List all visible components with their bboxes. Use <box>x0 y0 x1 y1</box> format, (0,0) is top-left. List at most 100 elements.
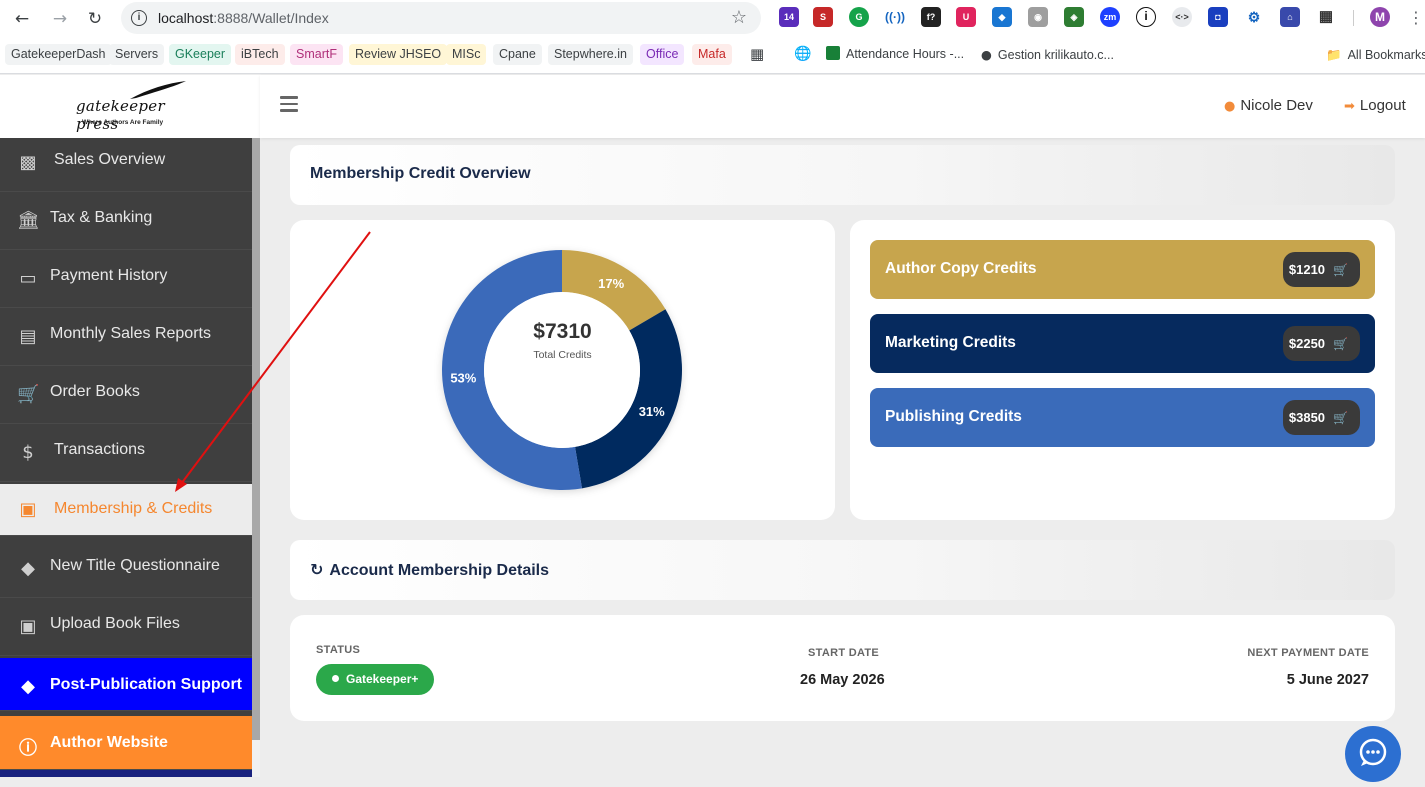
bookmark-item[interactable]: MISc <box>446 44 487 65</box>
credit-amount-pill[interactable]: $3850 🛒 <box>1282 400 1360 435</box>
bookmark-item[interactable]: Stepwhere.in <box>548 44 633 65</box>
bookmark-item[interactable]: GatekeeperDash <box>5 44 112 65</box>
extension-code-icon[interactable]: <·> <box>1172 7 1192 27</box>
sidebar-item-post-publication-support[interactable]: ◆ Post-Publication Support <box>0 658 252 711</box>
profile-avatar[interactable]: M <box>1370 7 1390 27</box>
gatekeeper-logo[interactable]: gatekeeper press Where Authors Are Famil… <box>74 79 186 133</box>
next-payment-value: 5 June 2027 <box>1286 672 1369 688</box>
more-menu-icon[interactable]: ⋮ <box>1408 8 1424 27</box>
overview-title: Membership Credit Overview <box>310 165 531 182</box>
donut-chart: 17% 31% 53% <box>442 250 682 490</box>
logout-label: Logout <box>1359 97 1406 114</box>
extension-font-icon[interactable]: f? <box>921 7 941 27</box>
bookmark-item[interactable]: ● Gestion krilikauto.c... <box>975 44 1120 65</box>
site-info-icon[interactable]: i <box>131 10 147 26</box>
sidebar-item-author-website[interactable]: ⓘ Author Website <box>0 716 252 770</box>
marketing-credits-row[interactable]: Marketing Credits $2250 🛒 <box>870 314 1375 373</box>
bookmark-item[interactable]: SmartF <box>290 44 343 65</box>
bookmark-item[interactable]: Office <box>640 44 685 65</box>
bookmark-item[interactable]: Review JHSEO <box>349 44 448 65</box>
publishing-credits-row[interactable]: Publishing Credits $3850 🛒 <box>870 388 1375 447</box>
membership-title-text: Account Membership Details <box>329 562 550 579</box>
sidebar-item-label: New Title Questionnaire <box>50 557 220 574</box>
sidebar-next-item <box>0 770 252 777</box>
address-bar[interactable]: i localhost:8888/Wallet/Index ☆ <box>121 2 761 34</box>
sidebar-scrollbar-thumb[interactable] <box>252 138 260 740</box>
membership-title: ↻ Account Membership Details <box>310 560 549 580</box>
sidebar-item-label: Author Website <box>50 734 168 751</box>
extension-chip-icon[interactable]: ◘ <box>1208 7 1228 27</box>
credit-amount-pill[interactable]: $2250 🛒 <box>1282 326 1360 361</box>
bookmark-item[interactable]: Cpane <box>493 44 542 65</box>
info-icon: ⓘ <box>19 738 37 759</box>
menu-toggle-icon[interactable] <box>280 96 298 112</box>
extension-seo-icon[interactable]: S <box>813 7 833 27</box>
sidebar-item-label: Post-Publication Support <box>50 676 242 693</box>
url-path: :8888/Wallet/Index <box>213 10 329 26</box>
all-bookmarks[interactable]: 📁 All Bookmarks <box>1320 44 1425 65</box>
user-menu[interactable]: ● Nicole Dev <box>1224 97 1313 114</box>
address-url[interactable]: localhost:8888/Wallet/Index <box>158 10 329 26</box>
chat-icon <box>1359 738 1387 766</box>
sidebar-item-order-books[interactable]: 🛒 Order Books <box>0 366 252 424</box>
extension-info-icon[interactable]: i <box>1136 7 1156 27</box>
sidebar-item-label: Sales Overview <box>54 151 166 168</box>
sidebar-item-label: Upload Book Files <box>50 615 180 632</box>
reload-icon[interactable]: ↻ <box>83 7 107 31</box>
sidebar-item-tax-banking[interactable]: 🏛 Tax & Banking <box>0 192 252 250</box>
bookmark-star-icon[interactable]: ☆ <box>731 7 747 28</box>
extension-zoom-icon[interactable]: zm <box>1100 7 1120 27</box>
membership-details-card: STATUS Gatekeeper+ START DATE 26 May 202… <box>290 615 1395 721</box>
bookmark-item[interactable]: Attendance Hours -... <box>820 44 970 65</box>
bookmark-label: All Bookmarks <box>1347 48 1425 62</box>
credit-amount-pill[interactable]: $1210 🛒 <box>1282 252 1360 287</box>
bookmark-item[interactable]: GKeeper <box>169 44 232 65</box>
profile-initial: M <box>1375 10 1385 24</box>
total-credits-amount: $7310 <box>533 320 592 343</box>
ticket-icon: ◆ <box>21 558 35 579</box>
sidebar-item-sales-overview[interactable]: ▩ Sales Overview <box>0 134 252 192</box>
extension-home2-icon[interactable]: ⌂ <box>1280 7 1300 27</box>
extensions-puzzle-icon[interactable]: ▦ <box>1316 7 1336 27</box>
extension-gear-icon[interactable]: ⚙ <box>1244 7 1264 27</box>
status-label: STATUS <box>316 644 361 656</box>
user-name: Nicole Dev <box>1240 97 1313 114</box>
bookmark-item[interactable]: Servers <box>109 44 165 65</box>
bookmark-label: Gestion krilikauto.c... <box>997 48 1114 62</box>
bookmark-label: Attendance Hours -... <box>846 47 965 61</box>
sidebar-item-payment-history[interactable]: ▭ Payment History <box>0 250 252 308</box>
donut-slice-label: 31% <box>639 404 665 419</box>
logo-tagline: Where Authors Are Family <box>82 119 164 126</box>
globe-icon[interactable]: 🌐 <box>788 44 817 65</box>
bookmark-item[interactable]: iBTech <box>235 44 285 65</box>
extension-grammarly-icon[interactable]: G <box>849 7 869 27</box>
cart-icon: 🛒 <box>1333 263 1348 277</box>
donut-slice-label: 17% <box>598 276 624 291</box>
sheets-icon <box>826 46 840 60</box>
bar-chart-icon: ▩ <box>19 152 37 173</box>
extension-vpn-icon[interactable]: ◈ <box>1064 7 1084 27</box>
back-icon[interactable]: ← <box>10 7 34 31</box>
extension-home-icon[interactable]: 14 <box>779 7 799 27</box>
chat-button[interactable] <box>1345 726 1401 782</box>
bookmark-item[interactable]: Mafa <box>692 44 732 65</box>
apps-grid-icon[interactable]: ▦ <box>744 44 770 65</box>
author-copy-credits-row[interactable]: Author Copy Credits $1210 🛒 <box>870 240 1375 299</box>
sidebar-scrollbar-track[interactable] <box>252 740 260 777</box>
extension-tag-icon[interactable]: ◆ <box>992 7 1012 27</box>
forward-icon[interactable]: → <box>48 7 72 31</box>
sidebar-item-monthly-sales-reports[interactable]: ▤ Monthly Sales Reports <box>0 308 252 366</box>
extension-broadcast-icon[interactable]: ((·)) <box>885 7 905 27</box>
extension-shield-u-icon[interactable]: U <box>956 7 976 27</box>
extension-camera-icon[interactable]: ◉ <box>1028 7 1048 27</box>
sidebar-item-upload-book-files[interactable]: ▣ Upload Book Files <box>0 598 252 656</box>
sidebar-item-membership-credits[interactable]: ▣ Membership & Credits <box>0 484 252 536</box>
sidebar-item-label: Tax & Banking <box>50 209 153 226</box>
logout-button[interactable]: ➡ Logout <box>1344 97 1406 114</box>
logo-name: gatekeeper press <box>76 97 165 133</box>
sidebar-item-label: Transactions <box>54 441 145 458</box>
sidebar-item-transactions[interactable]: $ Transactions <box>0 424 252 482</box>
sidebar-item-new-title-questionnaire[interactable]: ◆ New Title Questionnaire <box>0 540 252 598</box>
url-host: localhost <box>158 10 214 26</box>
credit-label: Publishing Credits <box>885 408 1022 425</box>
